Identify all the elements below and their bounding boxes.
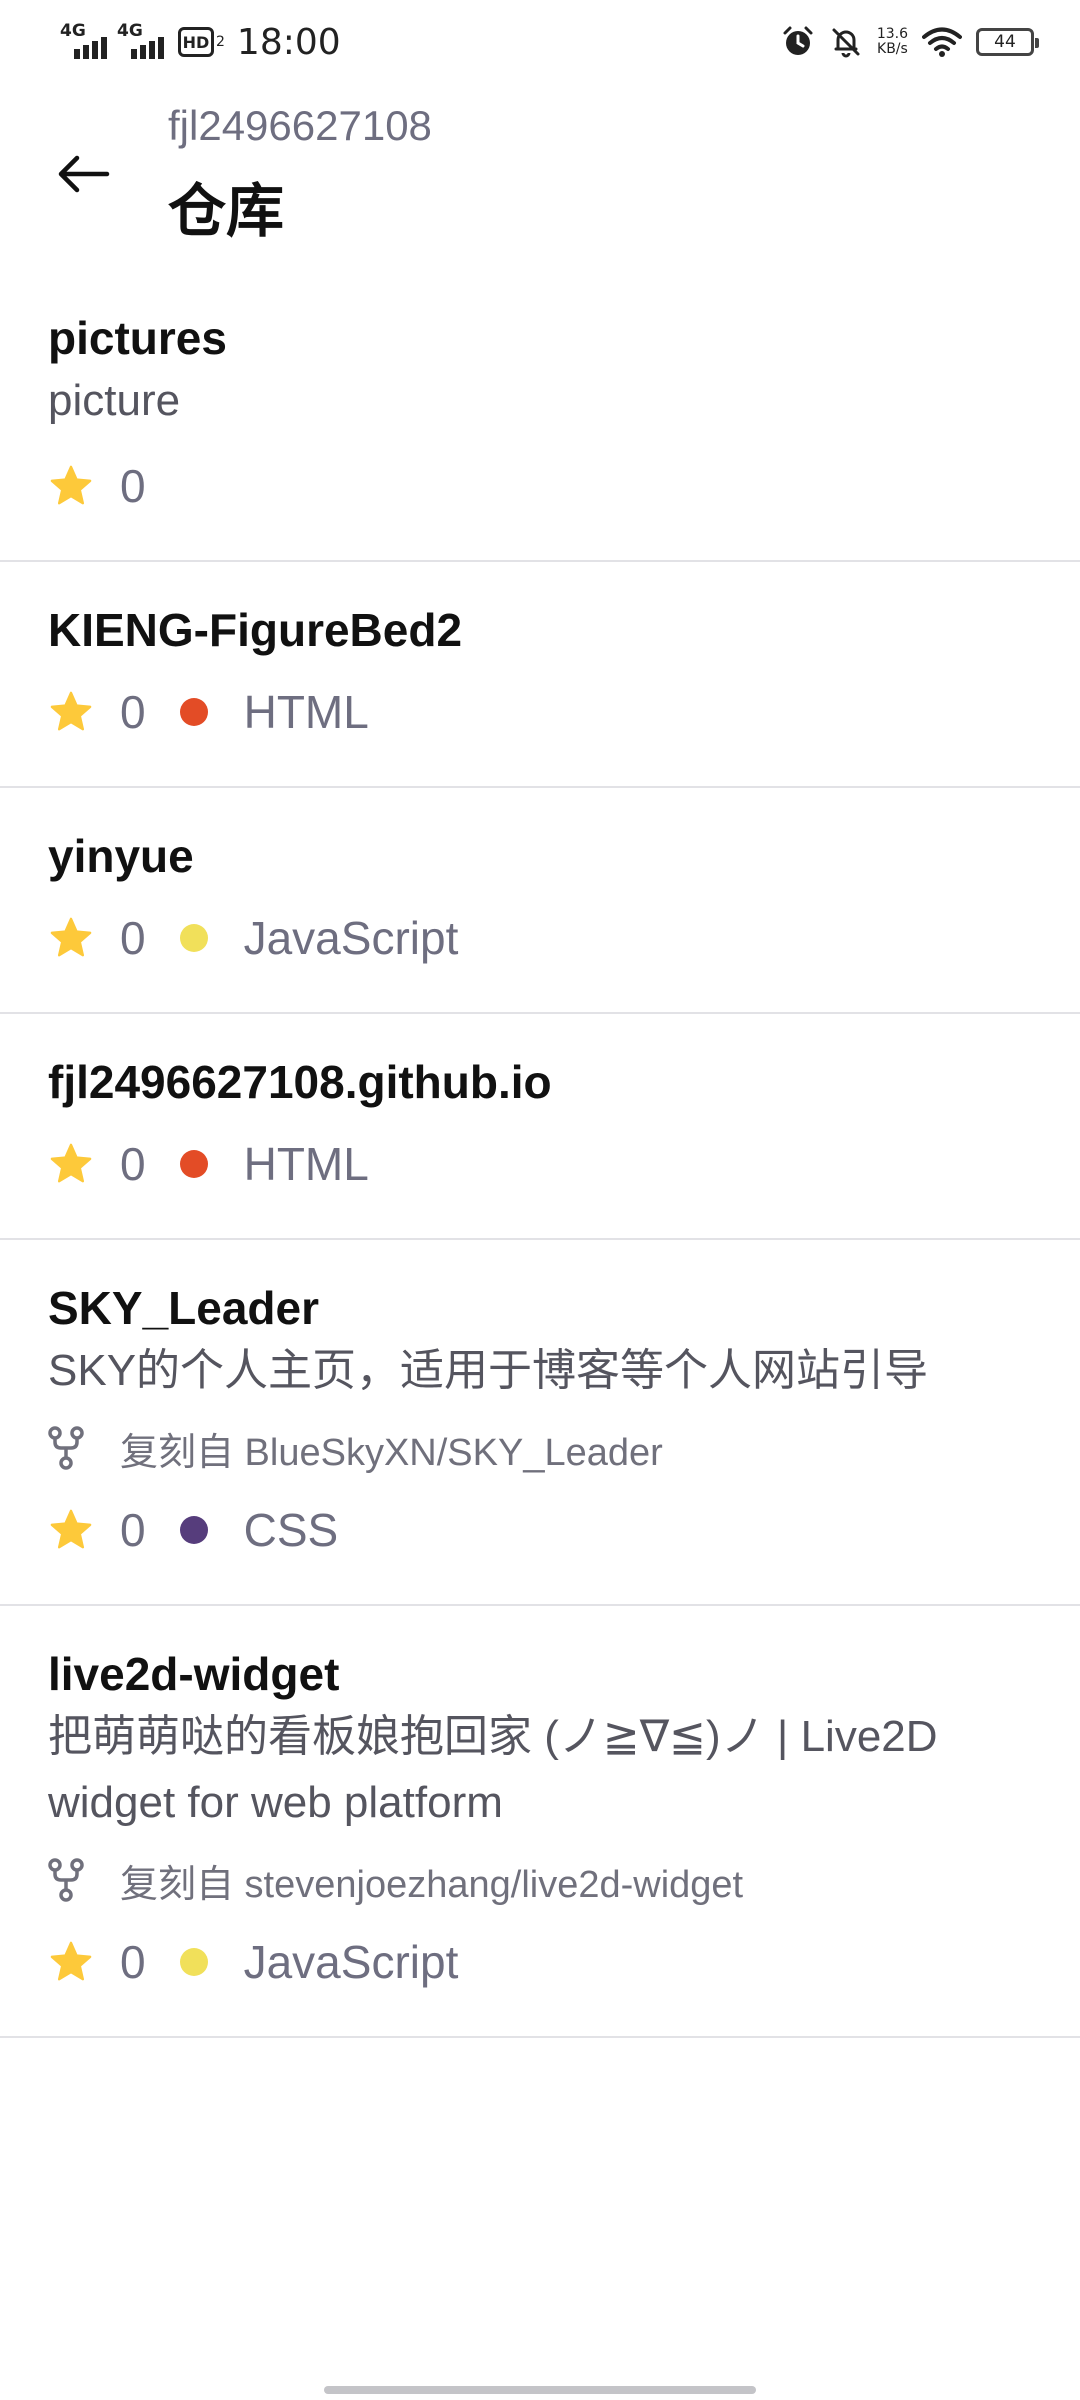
repo-item-live2d-widget[interactable]: live2d-widget 把萌萌哒的看板娘抱回家 (ノ≧∇≦)ノ | Live… [0, 1606, 1080, 2038]
battery-icon: 44 [976, 28, 1039, 56]
repo-item-yinyue[interactable]: yinyue 0 JavaScript [0, 788, 1080, 1014]
wifi-icon [922, 26, 962, 58]
repo-name: yinyue [48, 830, 194, 882]
hd-voice-icon: HD [178, 27, 214, 57]
repo-meta: 0 HTML [48, 1124, 1032, 1204]
repo-language: CSS [243, 1504, 339, 1556]
star-icon [48, 1507, 96, 1553]
fork-source: 复刻自 BlueSkyXN/SKY_Leader [48, 1418, 1032, 1478]
network-speed: 13.6 KB/s [877, 27, 908, 57]
fork-icon [48, 1858, 96, 1902]
fork-source-text[interactable]: 复刻自 stevenjoezhang/live2d-widget [120, 1853, 743, 1908]
repo-description: 把萌萌哒的看板娘抱回家 (ノ≧∇≦)ノ | Live2D widget for … [48, 1712, 938, 1827]
repo-name: fjl2496627108.github.io [48, 1056, 552, 1108]
app-bar: fjl2496627108 仓库 [0, 84, 1080, 270]
status-time: 18:00 [236, 21, 341, 63]
star-count: 0 [120, 1138, 146, 1190]
alarm-icon [781, 25, 815, 59]
arrow-left-icon [57, 154, 111, 199]
repo-item-github-io[interactable]: fjl2496627108.github.io 0 HTML [0, 1014, 1080, 1240]
fork-source-text[interactable]: 复刻自 BlueSkyXN/SKY_Leader [120, 1421, 663, 1476]
network-speed-unit: KB/s [877, 41, 908, 57]
language-color-dot [179, 1948, 208, 1976]
repository-list: pictures picture 0 KIENG-FigureBed2 0 HT… [0, 270, 1080, 2038]
owner-username: fjl2496627108 [168, 102, 432, 149]
signal-network-label: 4G [60, 21, 86, 41]
language-color-dot [179, 1516, 208, 1544]
star-count: 0 [120, 460, 146, 512]
star-icon [48, 1141, 96, 1187]
star-icon [48, 463, 96, 509]
repo-name: SKY_Leader [48, 1282, 320, 1334]
status-bar: 4G 4G HD 2 18:00 13.6 KB/s 44 [0, 0, 1080, 84]
language-color-dot [179, 698, 208, 726]
repo-description: picture [48, 376, 181, 425]
repo-name: live2d-widget [48, 1648, 340, 1700]
repo-language: HTML [243, 1138, 369, 1190]
repo-item-kieng-figurebed2[interactable]: KIENG-FigureBed2 0 HTML [0, 562, 1080, 788]
repo-meta: 0 JavaScript [48, 1922, 1032, 2002]
star-icon [48, 915, 96, 961]
star-icon [48, 1939, 96, 1985]
repo-meta: 0 HTML [48, 672, 1032, 752]
page-title: 仓库 [168, 179, 285, 244]
signal-strength-icon: 4G [60, 21, 107, 59]
star-count: 0 [120, 912, 146, 964]
repo-language: JavaScript [243, 1936, 459, 1988]
status-right: 13.6 KB/s 44 [767, 25, 1039, 59]
hd-voice-sub: 2 [216, 34, 225, 50]
notifications-off-icon [829, 25, 863, 59]
star-count: 0 [120, 1504, 146, 1556]
star-count: 0 [120, 686, 146, 738]
star-count: 0 [120, 1936, 146, 1988]
network-speed-value: 13.6 [876, 26, 908, 42]
fork-source: 复刻自 stevenjoezhang/live2d-widget [48, 1850, 1032, 1910]
fork-icon [48, 1426, 96, 1470]
repo-meta: 0 CSS [48, 1490, 1032, 1570]
repo-item-sky-leader[interactable]: SKY_Leader SKY的个人主页，适用于博客等个人网站引导 复刻自 Blu… [0, 1240, 1080, 1606]
back-button[interactable] [42, 134, 126, 218]
repo-meta: 0 JavaScript [48, 898, 1032, 978]
star-icon [48, 689, 96, 735]
repo-meta: 0 [48, 446, 1032, 526]
signal-strength-icon: 4G [117, 21, 164, 59]
repo-language: HTML [243, 686, 369, 738]
repo-item-pictures[interactable]: pictures picture 0 [0, 270, 1080, 562]
language-color-dot [179, 1150, 208, 1178]
language-color-dot [179, 924, 208, 952]
repo-description: SKY的个人主页，适用于博客等个人网站引导 [48, 1346, 929, 1395]
home-indicator[interactable] [324, 2386, 756, 2394]
repo-language: JavaScript [243, 912, 459, 964]
battery-level: 44 [994, 32, 1016, 52]
repo-name: pictures [48, 312, 227, 364]
repo-name: KIENG-FigureBed2 [48, 604, 463, 656]
status-left: 4G 4G HD 2 18:00 [60, 21, 341, 63]
signal-network-label: 4G [117, 21, 143, 41]
